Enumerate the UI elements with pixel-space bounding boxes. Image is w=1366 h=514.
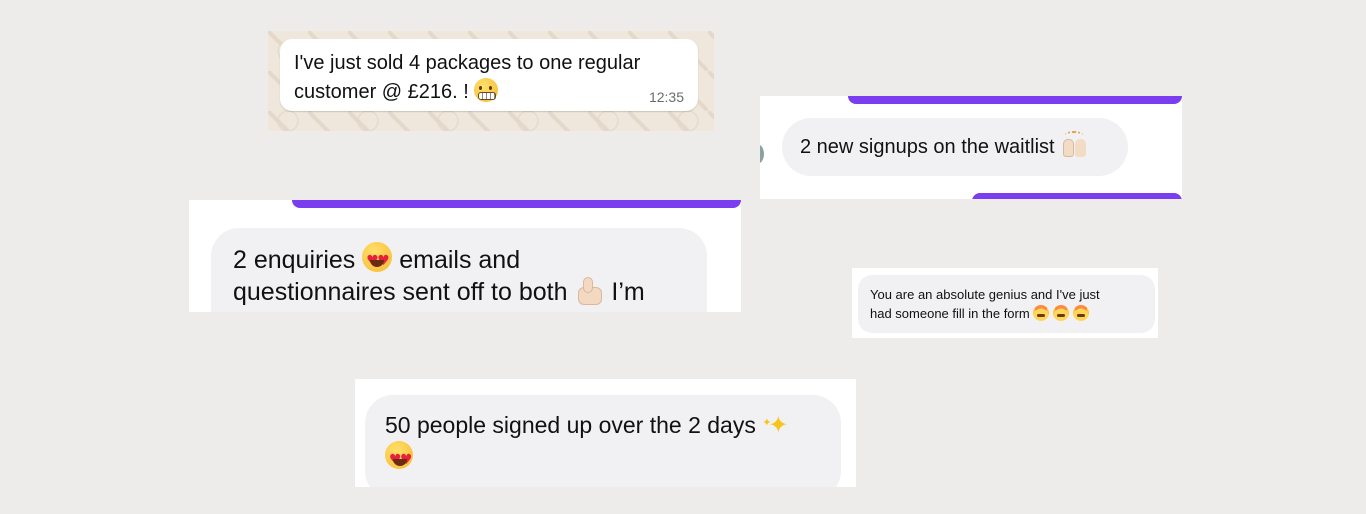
exploding-head-icon bbox=[1052, 305, 1069, 321]
message-text: 50 people signed up over the 2 days bbox=[385, 412, 756, 438]
sparkles-icon bbox=[762, 407, 790, 441]
message-line-1: You are an absolute genius and I've just bbox=[870, 287, 1100, 302]
genius-message-card: You are an absolute genius and I've just… bbox=[852, 268, 1158, 338]
heart-eyes-face-icon bbox=[385, 441, 413, 476]
message-text-a: 2 enquiries bbox=[233, 246, 356, 274]
message-line-1: 2 enquiries emails and bbox=[233, 242, 685, 277]
message-text: 2 new signups on the waitlist bbox=[800, 136, 1055, 158]
whatsapp-message-card: I've just sold 4 packages to one regular… bbox=[268, 31, 714, 131]
message-line-2: had someone fill in the form bbox=[870, 304, 1143, 323]
message-bubble: You are an absolute genius and I've just… bbox=[858, 275, 1155, 333]
message-line-2-text: customer @ £216. ! bbox=[294, 81, 469, 103]
grimacing-face-icon bbox=[474, 78, 499, 102]
message-bubble: I've just sold 4 packages to one regular… bbox=[280, 39, 698, 111]
message-bubble: 2 new signups on the waitlist bbox=[782, 118, 1128, 176]
signups-message-card: 50 people signed up over the 2 days bbox=[355, 379, 856, 487]
message-timestamp: 12:35 bbox=[648, 89, 684, 105]
message-line-2 bbox=[385, 441, 821, 476]
thumbs-up-icon bbox=[574, 276, 604, 305]
heart-eyes-face-icon bbox=[362, 242, 393, 277]
raising-hands-icon bbox=[1060, 131, 1088, 157]
purple-message-edge-top bbox=[292, 200, 741, 208]
message-text-c: questionnaires sent off to both bbox=[233, 278, 568, 306]
message-text-b: emails and bbox=[399, 246, 521, 274]
exploding-head-icon bbox=[1033, 305, 1050, 321]
message-line-2: customer @ £216. ! bbox=[294, 78, 684, 107]
purple-message-edge-top bbox=[848, 96, 1182, 104]
exploding-head-icon bbox=[1072, 305, 1089, 321]
avatar bbox=[760, 144, 764, 164]
message-line-2-text: had someone fill in the form bbox=[870, 306, 1030, 321]
message-line-1: I've just sold 4 packages to one regular bbox=[294, 52, 641, 74]
message-line-1: 50 people signed up over the 2 days bbox=[385, 407, 821, 441]
waitlist-message-card: 2 new signups on the waitlist bbox=[760, 96, 1182, 199]
message-line-2: questionnaires sent off to both I’m bbox=[233, 276, 685, 308]
message-text-d: I’m bbox=[611, 278, 645, 306]
purple-message-edge-bottom bbox=[972, 193, 1182, 199]
message-bubble: 50 people signed up over the 2 days bbox=[365, 395, 841, 487]
message-bubble: 2 enquiries emails and questionnaires se… bbox=[211, 228, 707, 312]
enquiries-message-card: 2 enquiries emails and questionnaires se… bbox=[189, 200, 741, 312]
